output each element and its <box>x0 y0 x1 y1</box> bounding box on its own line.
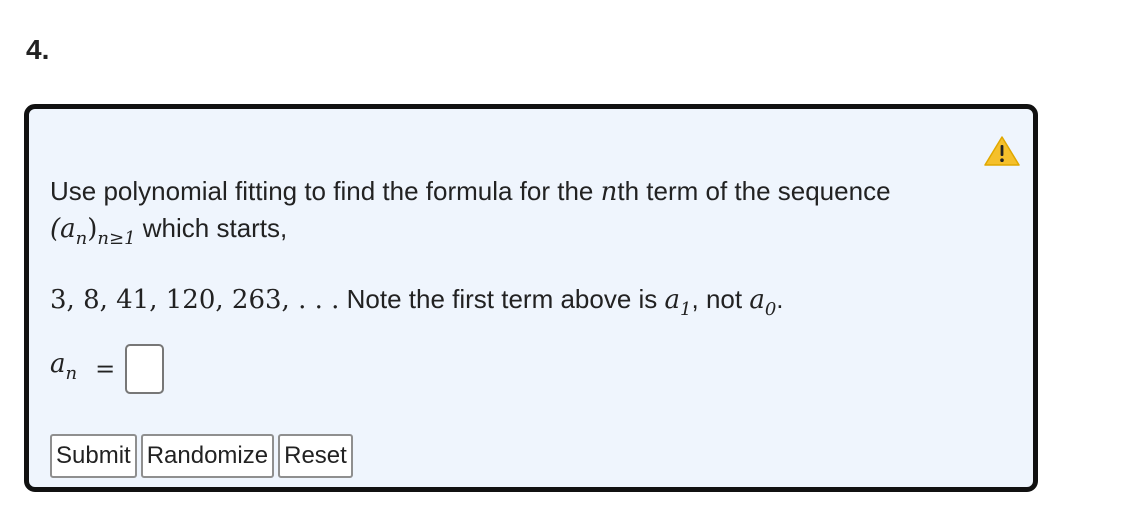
equals-sign: = <box>95 355 116 383</box>
sequence-notation: (an)n≥1 <box>50 214 136 249</box>
randomize-button[interactable]: Randomize <box>140 434 275 478</box>
note-end: . <box>776 284 784 314</box>
button-row: Submit Randomize Reset <box>50 434 353 478</box>
submit-button[interactable]: Submit <box>50 434 137 478</box>
which-starts-text: which starts, <box>135 213 288 243</box>
sequence-values: 3, 8, 41, 120, 263, . . . <box>50 285 340 315</box>
reset-button[interactable]: Reset <box>278 434 353 478</box>
a1-term: a1 <box>664 285 692 320</box>
note-text: Note the first term above is <box>339 284 665 314</box>
nth-variable: n <box>600 177 618 207</box>
note-mid: , not <box>691 284 750 314</box>
problem-box: Use polynomial fitting to find the formu… <box>24 104 1038 492</box>
answer-label: an <box>50 349 78 384</box>
sequence-line: 3, 8, 41, 120, 263, . . . Note the first… <box>50 282 784 327</box>
problem-text-end: th term of the sequence <box>617 176 891 206</box>
answer-input[interactable] <box>125 344 165 394</box>
problem-statement-line-1: Use polynomial fitting to find the formu… <box>50 174 891 209</box>
problem-text: Use polynomial fitting to find the formu… <box>50 176 601 206</box>
a0-term: a0 <box>749 285 777 320</box>
problem-statement-line-2: (an)n≥1 which starts, <box>50 211 287 256</box>
exercise-number: 4. <box>26 34 50 65</box>
warning-triangle-icon <box>984 136 1020 166</box>
answer-row: an = <box>50 344 165 394</box>
